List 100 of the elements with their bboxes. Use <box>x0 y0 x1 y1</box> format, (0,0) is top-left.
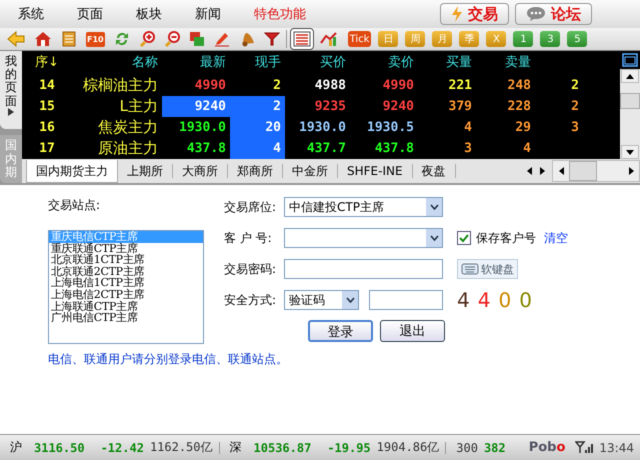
table-cell-text: 15 <box>38 98 56 116</box>
menu-item[interactable]: 新闻 <box>185 5 231 23</box>
speech-bubble-icon <box>526 6 546 22</box>
station-item[interactable]: 北京联通1CTP主席 <box>49 254 203 266</box>
table-cell-text: 9235 <box>314 98 347 116</box>
top-button[interactable]: 论坛 <box>515 3 592 25</box>
scrollbar[interactable] <box>620 51 640 159</box>
exchange-tab[interactable]: 上期所 <box>118 164 173 178</box>
table-cell-text: 16 <box>38 119 56 137</box>
table-cell-text: L主力 <box>118 96 159 117</box>
table-cell: 2 <box>230 96 285 117</box>
scroll-thumb[interactable] <box>620 93 640 109</box>
index-name: 300 <box>456 440 478 454</box>
clear-link[interactable]: 清空 <box>544 230 568 246</box>
column-header[interactable]: 名称 <box>72 51 162 75</box>
station-item[interactable]: 上海联通CTP主席 <box>49 300 203 312</box>
restore-window-icon[interactable] <box>620 51 640 69</box>
menu-item[interactable]: 页面 <box>67 5 113 23</box>
scroll-thumb[interactable] <box>569 161 597 181</box>
security-label: 安全方式: <box>224 292 278 308</box>
station-item[interactable]: 上海电信1CTP主席 <box>49 277 203 289</box>
exchange-tab[interactable]: 中金所 <box>283 164 338 178</box>
index-value: 10536.87 <box>254 440 312 454</box>
table-cell-text: 17 <box>38 140 56 158</box>
exchange-tab[interactable]: SHFE-INE <box>338 164 413 178</box>
column-header[interactable]: 买价 <box>285 51 350 75</box>
scroll-up-button[interactable] <box>621 69 639 83</box>
checkbox[interactable] <box>457 231 471 245</box>
funnel-icon <box>264 31 280 47</box>
captcha-image: 4 4 0 0 <box>457 288 532 312</box>
column-header[interactable]: 最新 <box>162 51 230 75</box>
station-item[interactable]: 重庆联通CTP主席 <box>49 242 203 254</box>
market-name: 沪 <box>10 439 22 456</box>
index-value: 382 <box>484 440 506 454</box>
notepad-icon <box>61 31 77 47</box>
table-cell-text: 248 <box>506 77 532 95</box>
table-cell-text: 437.8 <box>374 140 415 158</box>
station-item[interactable]: 广州电信CTP主席 <box>49 312 203 324</box>
table-cell-text: 2 <box>570 98 580 116</box>
table-cell-text: 437.8 <box>186 140 227 158</box>
table-cell-text: 4990 <box>382 77 415 95</box>
column-header[interactable]: 现手 <box>230 51 285 75</box>
menu-item[interactable]: 系统 <box>8 5 54 23</box>
index-value: 3116.50 <box>34 440 85 454</box>
station-label: 交易站点: <box>48 197 102 214</box>
dialog-button[interactable]: 退出 <box>380 320 445 342</box>
table-cell-text: 1930.0 <box>178 119 227 137</box>
exchange-tab[interactable]: 夜盘 <box>412 164 456 178</box>
captcha-field[interactable] <box>369 290 443 310</box>
exchange-tab[interactable]: 大商所 <box>173 164 228 178</box>
table-cell: 4 <box>230 138 285 159</box>
table-cell-text: 379 <box>448 98 473 116</box>
left-arrow-icon <box>7 31 25 47</box>
triangle-left-icon <box>558 167 564 175</box>
account-label: 客 户 号: <box>224 230 273 246</box>
table-cell-text: 4990 <box>194 77 227 95</box>
soft-keyboard-button[interactable]: 软键盘 <box>457 259 518 279</box>
exchange-tab[interactable]: 国内期货主力 <box>26 160 118 182</box>
horizontal-scrollbar[interactable] <box>552 160 640 182</box>
dialog-button[interactable]: 登录 <box>308 320 373 342</box>
account-dropdown[interactable] <box>284 228 443 248</box>
table-cell-text: 1930.0 <box>298 119 347 137</box>
seat-dropdown[interactable]: 中信建投CTP主席 <box>284 197 443 217</box>
clock-time: 13:44 <box>599 440 634 454</box>
period-button[interactable]: Tick <box>348 31 372 47</box>
security-dropdown[interactable]: 验证码 <box>284 290 359 310</box>
scroll-down-button[interactable] <box>621 145 639 159</box>
column-header[interactable]: 卖量 <box>476 51 535 75</box>
lightning-icon <box>451 6 463 22</box>
station-item[interactable]: 北京联通2CTP主席 <box>49 266 203 278</box>
windows-icon <box>188 31 205 47</box>
menu-item[interactable]: 特色功能 <box>244 5 316 23</box>
top-button[interactable]: 交易 <box>440 3 509 25</box>
save-account-label: 保存客户号 <box>476 230 536 246</box>
table-cell-text: 3 <box>463 140 473 158</box>
column-header[interactable]: 序↓ <box>22 51 72 75</box>
zoom-in-icon <box>138 31 155 47</box>
index-change: -12.42 <box>100 440 144 454</box>
table-cell-text: 14 <box>38 77 56 95</box>
chevron-down-icon <box>346 297 354 303</box>
side-tab[interactable]: 我的页面 <box>0 51 22 130</box>
menu-item[interactable]: 板块 <box>126 5 172 23</box>
refresh-icon <box>114 31 130 47</box>
house-icon <box>34 31 52 47</box>
column-header[interactable]: 买量 <box>418 51 476 75</box>
triangle-right-icon <box>8 108 14 116</box>
password-field[interactable] <box>284 259 443 279</box>
station-item[interactable]: 上海电信2CTP主席 <box>49 288 203 301</box>
chart-icon <box>320 31 338 47</box>
tab-arrows-icon[interactable] <box>526 166 546 176</box>
exchange-tab[interactable]: 郑商所 <box>228 164 283 178</box>
column-header[interactable]: 卖价 <box>350 51 418 75</box>
triangle-up-icon <box>626 74 634 78</box>
toolbar-button[interactable]: F10 <box>83 28 108 50</box>
table-cell-text: 4 <box>522 140 532 158</box>
toolbar-button[interactable] <box>290 28 314 50</box>
chevron-down-icon <box>430 235 438 241</box>
password-label: 交易密码: <box>224 260 278 278</box>
login-note: 电信、联通用户请分别登录电信、联通站点。 <box>48 351 288 368</box>
table-cell: 20 <box>230 117 285 138</box>
